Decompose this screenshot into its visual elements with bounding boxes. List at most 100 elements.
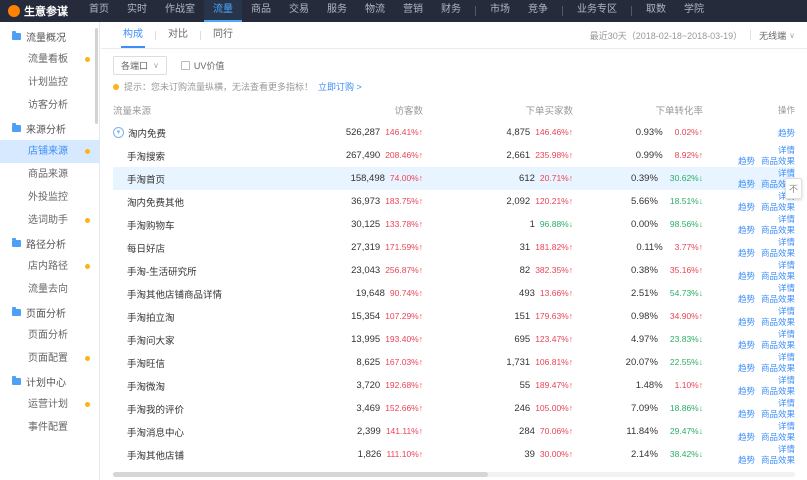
terminal-select[interactable]: 无线端 (759, 29, 795, 42)
nav-item[interactable]: 竞争 (519, 0, 557, 22)
sidebar-group[interactable]: 计划中心 (0, 370, 99, 393)
trend-link[interactable]: 趋势 (738, 317, 755, 327)
sidebar-item[interactable]: 计划监控 (0, 71, 99, 94)
sidebar-item[interactable]: 外投监控 (0, 186, 99, 209)
feedback-tab[interactable]: 不 (785, 178, 802, 199)
detail-link[interactable]: 详情 (778, 306, 795, 316)
trend-link[interactable]: 趋势 (738, 455, 755, 465)
sidebar-item[interactable]: 流量去向 (0, 278, 99, 301)
sidebar-group[interactable]: 路径分析 (0, 232, 99, 255)
nav-item[interactable]: 学院 (675, 0, 713, 22)
sidebar-group[interactable]: 来源分析 (0, 117, 99, 140)
sidebar-item[interactable]: 店内路径 (0, 255, 99, 278)
sidebar-item[interactable]: 访客分析 (0, 94, 99, 117)
nav-item[interactable]: 物流 (356, 0, 394, 22)
trend-link[interactable]: 趋势 (738, 271, 755, 281)
table-row: 手淘问大家13,995193.40%695123.47%4.97%23.83%详… (113, 328, 795, 351)
subscribe-link[interactable]: 立即订购 > (318, 80, 362, 93)
sidebar-item[interactable]: 店铺来源 (0, 140, 99, 163)
sidebar-item[interactable]: 页面配置 (0, 347, 99, 370)
nav-item[interactable]: 交易 (280, 0, 318, 22)
product-effect-link[interactable]: 商品效果 (761, 386, 795, 396)
trend-link[interactable]: 趋势 (738, 225, 755, 235)
nav-item[interactable]: 市场 (481, 0, 519, 22)
sidebar-item[interactable]: 选词助手 (0, 209, 99, 232)
detail-link[interactable]: 详情 (778, 168, 795, 178)
nav-item[interactable]: 作战室 (156, 0, 204, 22)
table-row: 手淘购物车30,125133.78%196.88%0.00%98.56%详情趋势… (113, 213, 795, 236)
product-effect-link[interactable]: 商品效果 (761, 363, 795, 373)
nav-item[interactable]: 流量 (204, 0, 242, 22)
sidebar-item[interactable]: 流量看板 (0, 48, 99, 71)
detail-link[interactable]: 详情 (778, 145, 795, 155)
sidebar-scrollbar[interactable] (95, 28, 98, 124)
traffic-source-name: 手淘我的评价 (127, 402, 184, 416)
product-effect-link[interactable]: 商品效果 (761, 455, 795, 465)
nav-item[interactable]: 财务 (432, 0, 470, 22)
trend-link[interactable]: 趋势 (738, 248, 755, 258)
trend-link[interactable]: 趋势 (738, 386, 755, 396)
product-effect-link[interactable]: 商品效果 (761, 409, 795, 419)
product-effect-link[interactable]: 商品效果 (761, 317, 795, 327)
sidebar-item[interactable]: 页面分析 (0, 324, 99, 347)
sidebar-item[interactable]: 运营计划 (0, 393, 99, 416)
sidebar-group[interactable]: 流量概况 (0, 25, 99, 48)
detail-link[interactable]: 详情 (778, 398, 795, 408)
detail-link[interactable]: 详情 (778, 283, 795, 293)
trend-link[interactable]: 趋势 (738, 340, 755, 350)
product-effect-link[interactable]: 商品效果 (761, 294, 795, 304)
sidebar-item[interactable]: 事件配置 (0, 416, 99, 439)
product-effect-link[interactable]: 商品效果 (761, 225, 795, 235)
app-logo[interactable]: 生意参谋 (0, 3, 80, 19)
sidebar-group-label: 页面分析 (26, 305, 66, 320)
tab[interactable]: 同行 (203, 22, 243, 48)
horizontal-scrollbar[interactable] (113, 472, 795, 477)
uv-value-checkbox[interactable]: UV价值 (181, 59, 225, 72)
trend-link[interactable]: 趋势 (778, 128, 795, 138)
tab[interactable]: 对比 (158, 22, 198, 48)
trend-link[interactable]: 趋势 (738, 363, 755, 373)
nav-item[interactable]: 营销 (394, 0, 432, 22)
scrollbar-thumb[interactable] (113, 472, 488, 477)
metric-change: 29.47% (670, 426, 703, 436)
detail-link[interactable]: 详情 (778, 375, 795, 385)
metric-value: 36,973 (351, 196, 380, 207)
nav-item[interactable]: 首页 (80, 0, 118, 22)
nav-item[interactable]: 取数 (637, 0, 675, 22)
trend-link[interactable]: 趋势 (738, 179, 755, 189)
sidebar-group[interactable]: 页面分析 (0, 301, 99, 324)
metric-value: 1 (530, 219, 535, 230)
nav-item[interactable]: 实时 (118, 0, 156, 22)
trend-link[interactable]: 趋势 (738, 409, 755, 419)
trend-link[interactable]: 趋势 (738, 432, 755, 442)
detail-link[interactable]: 详情 (778, 421, 795, 431)
product-effect-link[interactable]: 商品效果 (761, 271, 795, 281)
product-effect-link[interactable]: 商品效果 (761, 248, 795, 258)
port-select[interactable]: 各端口 (113, 56, 167, 75)
product-effect-link[interactable]: 商品效果 (761, 432, 795, 442)
metric-value: 2,092 (506, 196, 530, 207)
detail-link[interactable]: 详情 (778, 237, 795, 247)
nav-item[interactable]: 服务 (318, 0, 356, 22)
tabs-row: 构成对比同行 最近30天（2018-02-18~2018-03-19） 无线端 (101, 22, 807, 49)
product-effect-link[interactable]: 商品效果 (761, 340, 795, 350)
product-effect-link[interactable]: 商品效果 (761, 156, 795, 166)
detail-link[interactable]: 详情 (778, 352, 795, 362)
detail-link[interactable]: 详情 (778, 329, 795, 339)
nav-item[interactable]: 业务专区 (568, 0, 626, 22)
sidebar-item[interactable]: 商品来源 (0, 163, 99, 186)
date-range-label[interactable]: 最近30天（2018-02-18~2018-03-19） (590, 29, 742, 42)
product-effect-link[interactable]: 商品效果 (761, 202, 795, 212)
nav-item[interactable]: 商品 (242, 0, 280, 22)
detail-link[interactable]: 详情 (778, 214, 795, 224)
metric-value: 493 (519, 288, 535, 299)
detail-link[interactable]: 详情 (778, 260, 795, 270)
trend-link[interactable]: 趋势 (738, 294, 755, 304)
tab[interactable]: 构成 (113, 22, 153, 48)
metric-change: 106.81% (535, 357, 573, 367)
metric-change: 183.75% (385, 196, 423, 206)
trend-link[interactable]: 趋势 (738, 156, 755, 166)
expand-toggle-icon[interactable]: ▾ (113, 127, 124, 138)
detail-link[interactable]: 详情 (778, 444, 795, 454)
trend-link[interactable]: 趋势 (738, 202, 755, 212)
